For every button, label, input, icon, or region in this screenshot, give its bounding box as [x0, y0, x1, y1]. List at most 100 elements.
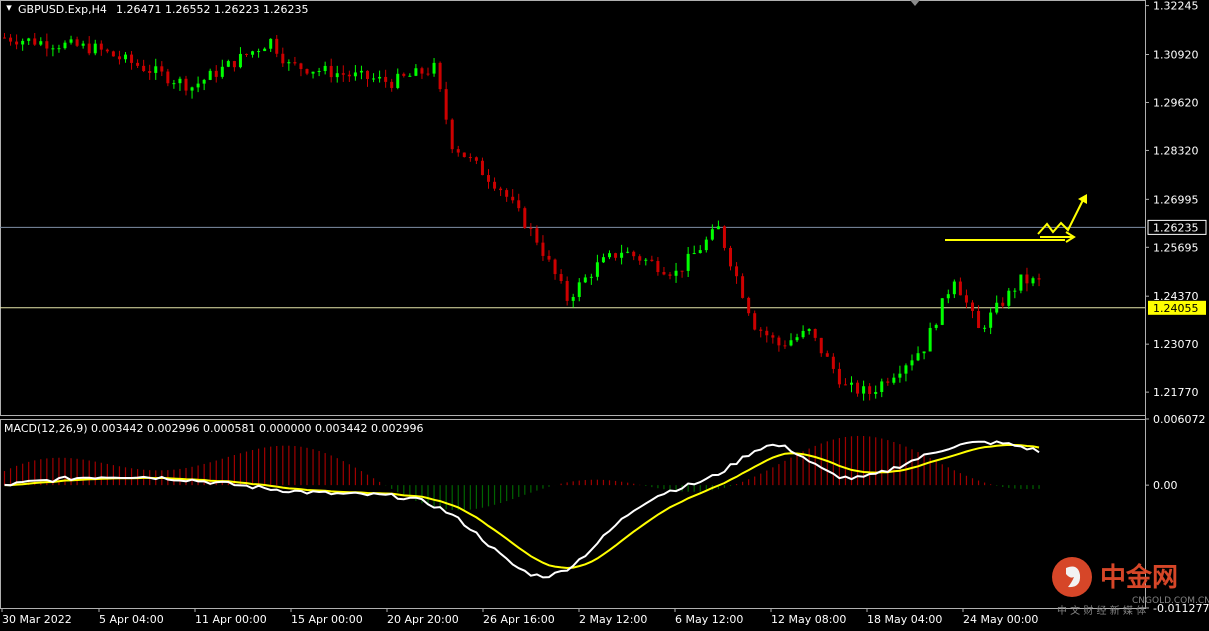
candle	[910, 354, 914, 371]
candle	[263, 47, 267, 52]
macd-tick-label: 0.00	[1153, 479, 1178, 492]
candle-body	[626, 251, 630, 253]
candle-body	[208, 70, 212, 80]
candle-body	[614, 253, 618, 258]
candle	[208, 68, 212, 81]
candle	[275, 34, 279, 58]
candle-body	[426, 73, 430, 75]
candle-body	[868, 386, 872, 394]
candle-body	[601, 257, 605, 263]
candle	[1001, 297, 1005, 309]
candle-body	[547, 255, 551, 260]
candle	[378, 70, 382, 83]
candle	[638, 254, 642, 265]
candle-body	[753, 313, 757, 330]
candle-body	[196, 83, 200, 88]
candle-body	[220, 66, 224, 77]
candle	[589, 273, 593, 285]
candle-body	[977, 310, 981, 328]
candle-body	[668, 274, 672, 276]
candle	[674, 262, 678, 283]
candle-body	[535, 228, 539, 243]
candle	[347, 70, 351, 82]
candle-body	[813, 329, 817, 338]
candle-body	[269, 38, 273, 49]
price-chart-svg[interactable]: 1.32245 1.30920 1.29620 1.28320 1.26995 1.256…	[0, 0, 1209, 628]
candle-body	[51, 48, 55, 50]
candle	[692, 245, 696, 255]
candle	[922, 351, 926, 360]
candle-body	[850, 382, 853, 385]
candle-body	[620, 252, 624, 258]
candle	[523, 206, 527, 229]
candle-body	[27, 38, 31, 41]
candle-body	[341, 73, 345, 75]
candle-body	[462, 152, 466, 158]
candle-body	[783, 345, 787, 347]
candle-body	[311, 71, 315, 74]
candle-body	[801, 330, 805, 338]
candle	[952, 279, 956, 299]
candle	[87, 36, 91, 56]
symbol-menu-icon[interactable]: ▾	[4, 1, 14, 14]
candle	[293, 56, 297, 66]
candle-body	[487, 175, 490, 182]
candle-body	[710, 229, 714, 240]
candle	[759, 327, 763, 338]
chart-window[interactable]: 1.32245 1.30920 1.29620 1.28320 1.26995 1.256…	[0, 0, 1209, 628]
candle-body	[263, 48, 267, 52]
candle-body	[541, 242, 545, 256]
candle-body	[117, 56, 121, 60]
candle-body	[99, 43, 103, 50]
candle-body	[160, 66, 164, 72]
candle	[789, 333, 793, 347]
candle-body	[964, 295, 968, 303]
candle	[777, 335, 781, 352]
candle	[880, 378, 884, 398]
candle-body	[722, 226, 726, 248]
candle-body	[608, 253, 611, 258]
candle-body	[662, 272, 666, 275]
candle-body	[741, 276, 745, 298]
candle	[130, 51, 134, 70]
symbol-label: GBPUSD.Exp,H4	[18, 3, 107, 16]
candle-body	[111, 51, 115, 57]
candle-body	[571, 296, 575, 301]
candle-body	[952, 281, 956, 295]
candle-body	[771, 335, 775, 338]
candle-body	[493, 181, 497, 189]
candle	[390, 78, 394, 92]
candle-body	[971, 302, 974, 311]
candle-body	[583, 277, 587, 283]
candle	[547, 250, 551, 262]
candle-body	[148, 71, 152, 73]
candle	[117, 50, 121, 65]
candle-body	[402, 73, 406, 76]
candle	[747, 296, 751, 316]
macd-label: MACD(12,26,9) 0.003442 0.002996 0.000581…	[4, 422, 424, 435]
candle-body	[378, 76, 382, 79]
candle	[468, 153, 472, 162]
candle	[831, 353, 835, 374]
watermark-domain: CNGOLD.COM.CN	[1132, 596, 1209, 606]
candle	[904, 363, 908, 382]
candle-body	[511, 196, 515, 201]
candle	[1019, 274, 1023, 294]
candle-body	[874, 391, 878, 394]
candle-body	[178, 78, 182, 84]
candle-body	[529, 227, 533, 229]
candle-body	[946, 294, 950, 299]
candle	[105, 48, 109, 54]
candle-body	[257, 51, 261, 53]
macd-panel-frame	[0, 419, 1146, 609]
candle	[408, 73, 412, 77]
candle	[69, 35, 73, 45]
candle-body	[39, 41, 43, 45]
candle-body	[995, 302, 999, 313]
candle	[680, 270, 684, 278]
candle-body	[819, 337, 823, 354]
candle-body	[353, 72, 357, 77]
candle	[958, 277, 962, 296]
candle-body	[299, 63, 303, 70]
candle-body	[1031, 278, 1035, 284]
